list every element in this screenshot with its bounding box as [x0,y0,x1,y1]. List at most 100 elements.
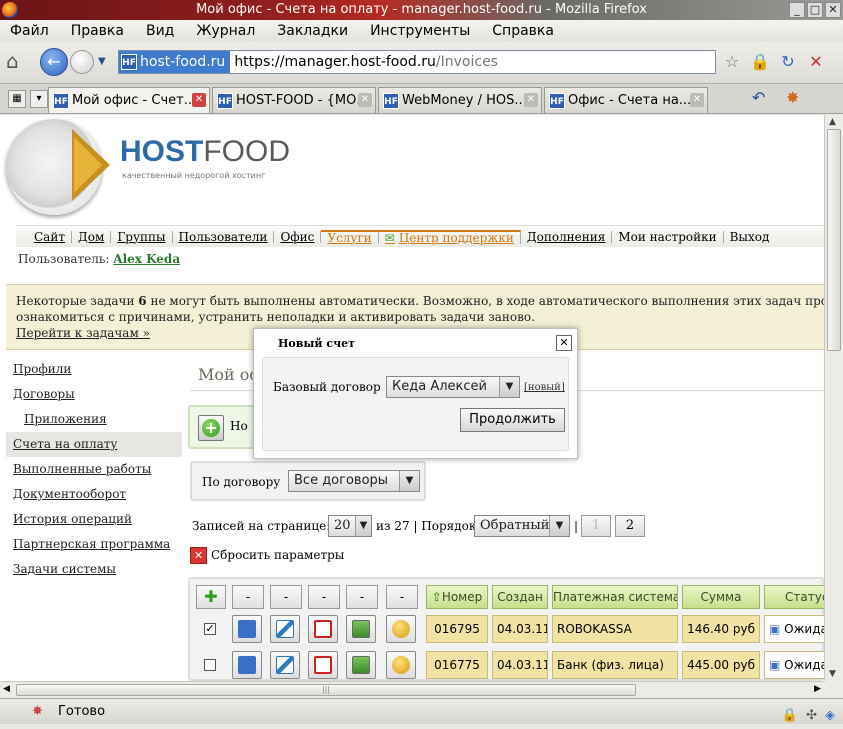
sidebar-item-history[interactable]: История операций [6,507,182,532]
tab-office-invoices[interactable]: HF Офис - Счета на... ✕ [544,87,708,113]
site-identity[interactable]: HF host-food.ru [119,51,231,73]
sidebar-item-profiles[interactable]: Профили [6,357,182,382]
tab-my-office[interactable]: HF Мой офис - Счет... ✕ [48,87,210,113]
continue-button[interactable]: Продолжить [460,408,565,432]
edit-button[interactable] [270,615,300,643]
info-status-icon[interactable]: ◈ [825,703,835,729]
pay-button[interactable] [386,615,416,643]
page-button-2[interactable]: 2 [615,515,645,537]
history-dropdown-icon[interactable]: ▼ [98,56,106,67]
nav-home[interactable]: Дом [72,230,112,243]
reset-filters[interactable]: ✕ Сбросить параметры [190,547,344,564]
menu-edit[interactable]: Правка [71,23,124,39]
cell-number[interactable]: 016775 [426,651,488,679]
edit-button[interactable] [270,651,300,679]
menu-help[interactable]: Справка [492,23,554,39]
sidebar-item-documents[interactable]: Документооборот [6,482,182,507]
forward-button[interactable] [70,50,94,74]
scroll-up-icon[interactable]: ▲ [829,117,836,127]
header-created[interactable]: Создан [492,585,548,609]
stop-icon[interactable]: ✕ [806,52,826,72]
nav-users[interactable]: Пользователи [173,230,275,243]
base-contract-select[interactable]: Кеда Алексей ▼ [386,376,520,398]
pay-button[interactable] [386,651,416,679]
menu-tools[interactable]: Инструменты [370,23,470,39]
column-toggle-button[interactable]: - [232,585,264,609]
sidebar-item-attachments[interactable]: Приложения [6,407,182,432]
header-payment-system[interactable]: Платежная система [552,585,678,609]
cell-number[interactable]: 016795 [426,615,488,643]
column-toggle-button[interactable]: - [346,585,378,609]
scroll-right-icon[interactable]: ▶ [814,684,821,694]
contract-filter-select[interactable]: Все договоры ▼ [288,470,420,492]
close-window-button[interactable]: ✕ [825,2,841,18]
cell-status[interactable]: ▣ Ожидает [764,651,824,679]
goto-tasks-link[interactable]: Перейти к задачам » [16,326,150,340]
tab-host-food[interactable]: HF HOST-FOOD - {МО... ✕ [212,87,376,113]
new-contract-link[interactable]: [новый] [524,382,565,393]
pdf-button[interactable] [308,615,338,643]
vertical-scroll-thumb[interactable] [827,129,841,351]
bookmark-star-icon[interactable]: ☆ [722,52,742,72]
close-tab-icon[interactable]: ✕ [192,93,206,107]
add-column-button[interactable]: ✚ [196,585,226,609]
menu-file[interactable]: Файл [10,23,49,39]
column-toggle-button[interactable]: - [270,585,302,609]
nav-addons[interactable]: Дополнения [521,230,613,243]
header-sum[interactable]: Сумма [682,585,760,609]
pdf-button[interactable] [308,651,338,679]
nav-my-settings[interactable]: Мои настройки [612,230,724,243]
nav-logout[interactable]: Выход [724,231,776,243]
per-page-select[interactable]: 20 ▼ [328,515,372,537]
undo-close-icon[interactable]: ↶ [752,88,765,107]
vertical-scrollbar[interactable]: ▲ ▼ [824,115,843,681]
horizontal-scrollbar[interactable]: ◀ ||| ▶ [0,681,824,698]
menu-bookmarks[interactable]: Закладки [277,23,348,39]
close-tab-icon[interactable]: ✕ [358,93,372,107]
close-tab-icon[interactable]: ✕ [690,93,704,107]
scroll-left-icon[interactable]: ◀ [3,684,10,694]
column-toggle-button[interactable]: - [386,585,418,609]
user-name-link[interactable]: Alex Keda [113,252,180,266]
tab-scroll-icon[interactable]: ▾ [30,90,48,108]
nav-office[interactable]: Офис [274,230,322,243]
tab-webmoney[interactable]: HF WebMoney / HOS... ✕ [378,87,542,113]
nav-groups[interactable]: Группы [111,230,173,243]
tab-list-icon[interactable]: ▦ [8,90,26,108]
row-checkbox[interactable] [204,659,216,671]
lock-icon[interactable]: 🔒 [782,703,798,729]
sidebar-item-partners[interactable]: Партнерская программа [6,532,182,557]
lock-icon[interactable]: 🔒 [750,52,770,72]
info-button[interactable] [232,651,262,679]
address-bar[interactable]: HF host-food.ru https://manager. host-foo… [118,50,716,74]
row-checkbox[interactable]: ✓ [204,623,216,635]
settings-icon[interactable]: ✣ [806,703,817,729]
order-select[interactable]: Обратный ▼ [474,515,570,537]
nav-services[interactable]: Услуги [321,229,379,244]
nav-site[interactable]: Сайт [28,230,72,243]
close-tab-icon[interactable]: ✕ [524,93,538,107]
header-status[interactable]: Статус [764,585,824,609]
home-icon[interactable]: ⌂ [6,50,28,72]
menu-view[interactable]: Вид [146,23,174,39]
brand-logo[interactable]: HOSTFOOD [120,135,290,169]
maximize-button[interactable]: □ [807,2,823,18]
back-button[interactable]: ← [40,48,68,76]
addon-fox-icon[interactable]: ✸ [32,704,48,720]
horizontal-scroll-thumb[interactable]: ||| [16,684,636,696]
dialog-close-button[interactable]: ✕ [556,335,572,351]
page-button-1[interactable]: 1 [581,515,611,537]
minimize-button[interactable]: _ [789,2,805,18]
reload-icon[interactable]: ↻ [778,52,798,72]
new-invoice-button[interactable]: + [198,415,224,441]
sidebar-item-system-tasks[interactable]: Задачи системы [6,557,182,582]
header-number[interactable]: ⇧Номер [426,585,488,609]
scroll-down-icon[interactable]: ▼ [829,669,836,679]
sidebar-item-invoices[interactable]: Счета на оплату [6,432,182,457]
sidebar-item-contracts[interactable]: Договоры [6,382,182,407]
email-button[interactable] [346,615,376,643]
column-toggle-button[interactable]: - [308,585,340,609]
nav-support[interactable]: ✉ Центр поддержки [378,229,521,244]
email-button[interactable] [346,651,376,679]
sidebar-item-completed-works[interactable]: Выполненные работы [6,457,182,482]
